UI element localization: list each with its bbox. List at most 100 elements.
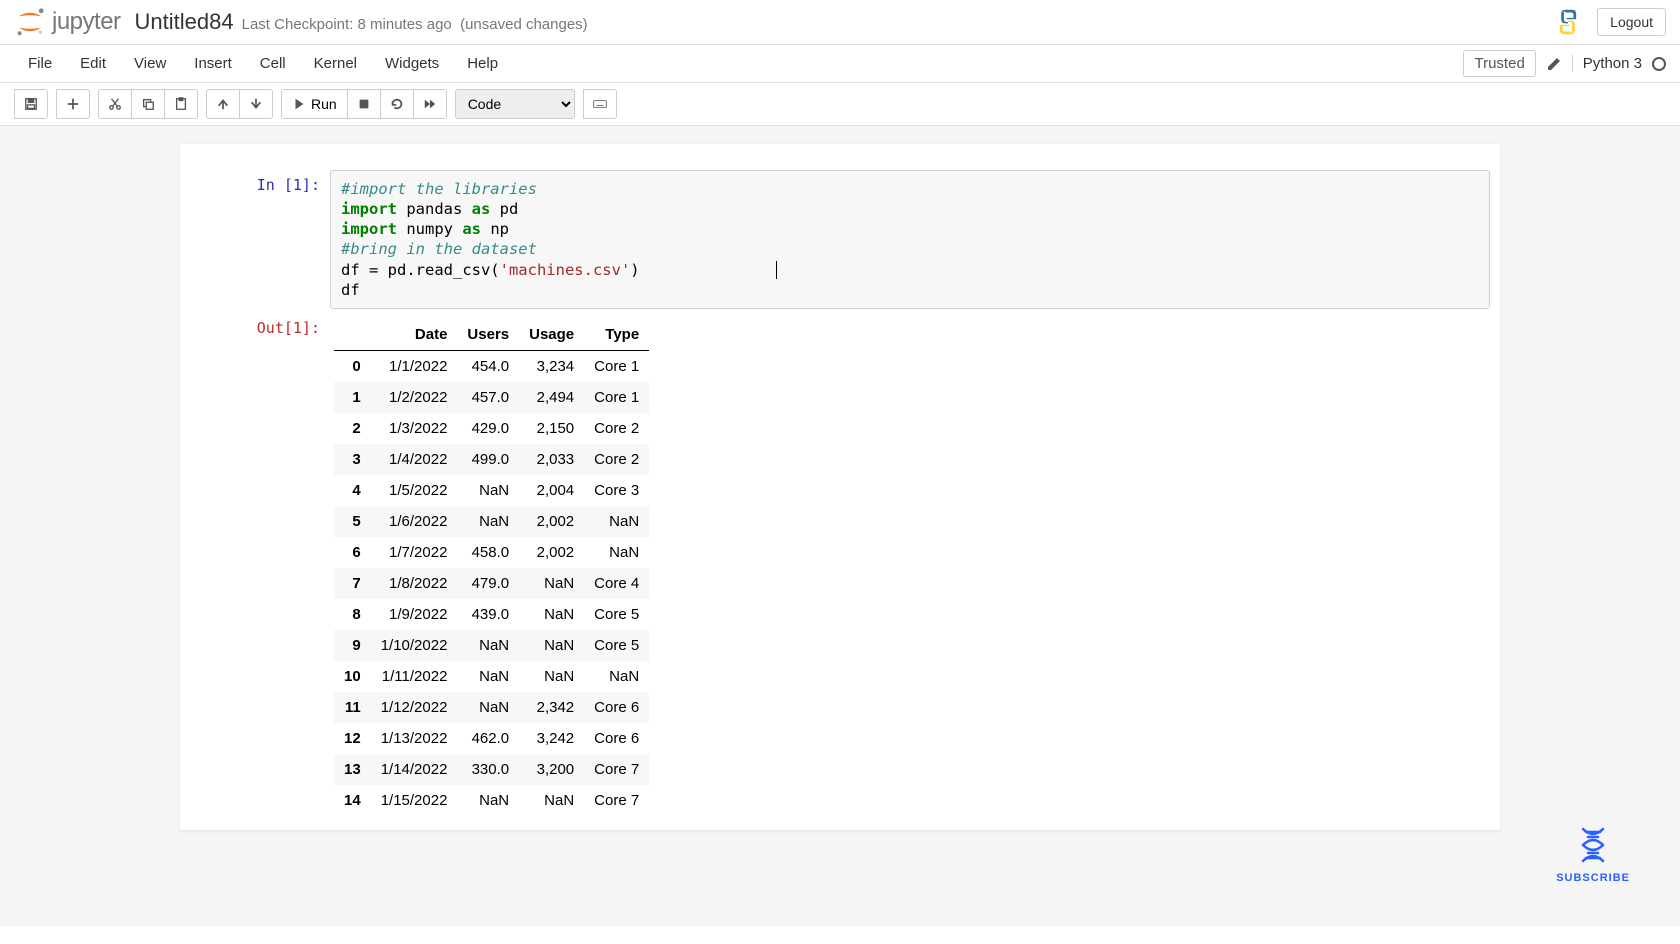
cell-users: 330.0 — [457, 754, 519, 785]
col-users: Users — [457, 319, 519, 351]
copy-button[interactable] — [132, 89, 165, 119]
cell-index: 14 — [334, 785, 371, 816]
cell-usage: 2,002 — [519, 506, 584, 537]
code-input[interactable]: #import the libraries import pandas as p… — [330, 170, 1490, 309]
cell-users: 429.0 — [457, 413, 519, 444]
stop-icon — [357, 97, 371, 111]
col-type: Type — [584, 319, 649, 351]
cell-usage: NaN — [519, 568, 584, 599]
menu-kernel[interactable]: Kernel — [300, 45, 371, 82]
cell-type: NaN — [584, 661, 649, 692]
dataframe-table: Date Users Usage Type 01/1/2022454.03,23… — [334, 319, 649, 816]
table-header-row: Date Users Usage Type — [334, 319, 649, 351]
cell-type: NaN — [584, 537, 649, 568]
col-date: Date — [371, 319, 458, 351]
cell-index: 12 — [334, 723, 371, 754]
cut-icon — [108, 97, 122, 111]
cell-usage: 2,004 — [519, 475, 584, 506]
dna-icon — [1571, 823, 1615, 870]
run-label: Run — [311, 96, 337, 112]
move-down-button[interactable] — [240, 89, 273, 119]
menu-edit[interactable]: Edit — [66, 45, 120, 82]
cell-date: 1/4/2022 — [371, 444, 458, 475]
cell-index: 1 — [334, 382, 371, 413]
cell-index: 10 — [334, 661, 371, 692]
cell-type: Core 5 — [584, 630, 649, 661]
table-row: 51/6/2022NaN2,002NaN — [334, 506, 649, 537]
cell-type: Core 4 — [584, 568, 649, 599]
menu-widgets[interactable]: Widgets — [371, 45, 453, 82]
play-icon — [292, 97, 306, 111]
cell-users: 439.0 — [457, 599, 519, 630]
cell-index: 11 — [334, 692, 371, 723]
cell-usage: NaN — [519, 599, 584, 630]
move-up-button[interactable] — [206, 89, 240, 119]
save-icon — [24, 97, 38, 111]
restart-icon — [390, 97, 404, 111]
cell-date: 1/13/2022 — [371, 723, 458, 754]
cell-usage: 3,242 — [519, 723, 584, 754]
text-cursor — [776, 261, 777, 279]
jupyter-logo[interactable]: jupyter — [14, 6, 121, 38]
cell-index: 3 — [334, 444, 371, 475]
cell-index: 9 — [334, 630, 371, 661]
cell-usage: NaN — [519, 661, 584, 692]
paste-button[interactable] — [165, 89, 198, 119]
stop-button[interactable] — [348, 89, 381, 119]
menu-file[interactable]: File — [14, 45, 66, 82]
cell-users: NaN — [457, 630, 519, 661]
cell-date: 1/7/2022 — [371, 537, 458, 568]
table-row: 71/8/2022479.0NaNCore 4 — [334, 568, 649, 599]
table-row: 41/5/2022NaN2,004Core 3 — [334, 475, 649, 506]
add-cell-button[interactable] — [56, 89, 90, 119]
paste-icon — [174, 97, 188, 111]
save-button[interactable] — [14, 89, 48, 119]
cell-users: NaN — [457, 692, 519, 723]
in-prompt: In [1]: — [190, 170, 330, 309]
notebook-area: In [1]: #import the libraries import pan… — [0, 126, 1680, 926]
arrow-up-icon — [216, 97, 230, 111]
checkpoint-text: Last Checkpoint: 8 minutes ago (unsaved … — [242, 16, 588, 33]
table-row: 111/12/2022NaN2,342Core 6 — [334, 692, 649, 723]
code-cell[interactable]: In [1]: #import the libraries import pan… — [190, 170, 1490, 309]
cell-type: Core 2 — [584, 413, 649, 444]
cell-type: Core 7 — [584, 754, 649, 785]
cell-date: 1/10/2022 — [371, 630, 458, 661]
logout-button[interactable]: Logout — [1597, 8, 1666, 36]
menu-help[interactable]: Help — [453, 45, 512, 82]
trusted-button[interactable]: Trusted — [1463, 50, 1535, 77]
cut-button[interactable] — [98, 89, 132, 119]
output-cell: Out[1]: Date Users Usage Type 01/1/20224… — [190, 313, 1490, 816]
cell-users: NaN — [457, 785, 519, 816]
cell-usage: 2,342 — [519, 692, 584, 723]
jupyter-logo-icon — [14, 6, 46, 38]
col-usage: Usage — [519, 319, 584, 351]
cell-date: 1/1/2022 — [371, 350, 458, 382]
cell-users: 454.0 — [457, 350, 519, 382]
table-row: 91/10/2022NaNNaNCore 5 — [334, 630, 649, 661]
run-button[interactable]: Run — [281, 89, 348, 119]
command-palette-button[interactable] — [583, 89, 617, 119]
cell-users: 462.0 — [457, 723, 519, 754]
cell-usage: 2,150 — [519, 413, 584, 444]
pencil-icon[interactable] — [1546, 56, 1562, 72]
table-row: 101/11/2022NaNNaNNaN — [334, 661, 649, 692]
table-row: 31/4/2022499.02,033Core 2 — [334, 444, 649, 475]
menu-insert[interactable]: Insert — [180, 45, 246, 82]
kernel-name[interactable]: Python 3 — [1572, 55, 1642, 72]
table-row: 11/2/2022457.02,494Core 1 — [334, 382, 649, 413]
menu-cell[interactable]: Cell — [246, 45, 300, 82]
table-row: 141/15/2022NaNNaNCore 7 — [334, 785, 649, 816]
celltype-select[interactable]: Code — [455, 89, 575, 119]
restart-run-all-button[interactable] — [414, 89, 447, 119]
restart-button[interactable] — [381, 89, 414, 119]
table-row: 01/1/2022454.03,234Core 1 — [334, 350, 649, 382]
notebook-title[interactable]: Untitled84 — [135, 9, 234, 35]
cell-type: NaN — [584, 506, 649, 537]
menu-view[interactable]: View — [120, 45, 180, 82]
subscribe-overlay[interactable]: SUBSCRIBE — [1556, 823, 1630, 884]
header-bar: jupyter Untitled84 Last Checkpoint: 8 mi… — [0, 0, 1680, 45]
cell-index: 6 — [334, 537, 371, 568]
menubar: File Edit View Insert Cell Kernel Widget… — [0, 45, 1680, 83]
cell-index: 8 — [334, 599, 371, 630]
